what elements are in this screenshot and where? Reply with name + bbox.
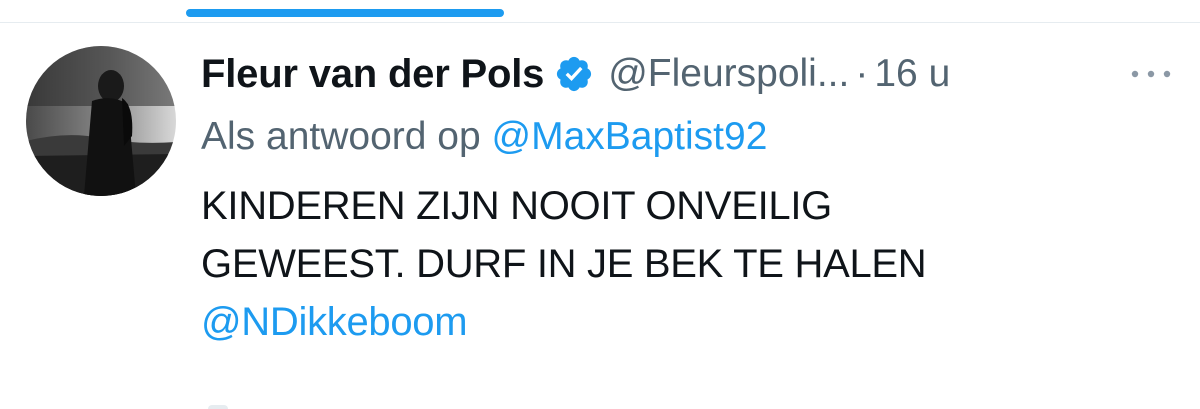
reply-prefix: Als antwoord op [201, 115, 481, 158]
separator-dot: · [855, 52, 869, 95]
top-divider [0, 22, 1200, 23]
verified-badge-icon [554, 54, 594, 94]
tweet-screen: Fleur van der Pols @Fleurspoli... · 16 u… [0, 0, 1200, 409]
more-options-button[interactable] [1122, 44, 1180, 104]
avatar[interactable] [26, 46, 176, 196]
author-handle[interactable]: @Fleurspoli... [608, 52, 849, 96]
tweet-text-line-2: GEWEEST. DURF IN JE BEK TE HALEN [201, 242, 927, 286]
active-tab-indicator [186, 9, 504, 17]
reply-to-mention[interactable]: @MaxBaptist92 [492, 115, 768, 158]
reply-context: Als antwoord op @MaxBaptist92 [201, 115, 1180, 159]
next-item-edge [208, 405, 228, 409]
tweet-text-mention[interactable]: @NDikkeboom [201, 293, 1180, 351]
tweet-body: KINDEREN ZIJN NOOIT ONVEILIG GEWEEST. DU… [201, 177, 1180, 351]
tweet-timestamp[interactable]: 16 u [874, 52, 950, 96]
tweet-content: Fleur van der Pols @Fleurspoli... · 16 u… [201, 44, 1180, 351]
more-options-icon [1131, 70, 1171, 78]
tweet-text-line-1: KINDEREN ZIJN NOOIT ONVEILIG [201, 184, 832, 228]
author-display-name[interactable]: Fleur van der Pols [201, 52, 544, 97]
tweet-header: Fleur van der Pols @Fleurspoli... · 16 u [201, 44, 1180, 104]
avatar-photo [26, 46, 176, 196]
